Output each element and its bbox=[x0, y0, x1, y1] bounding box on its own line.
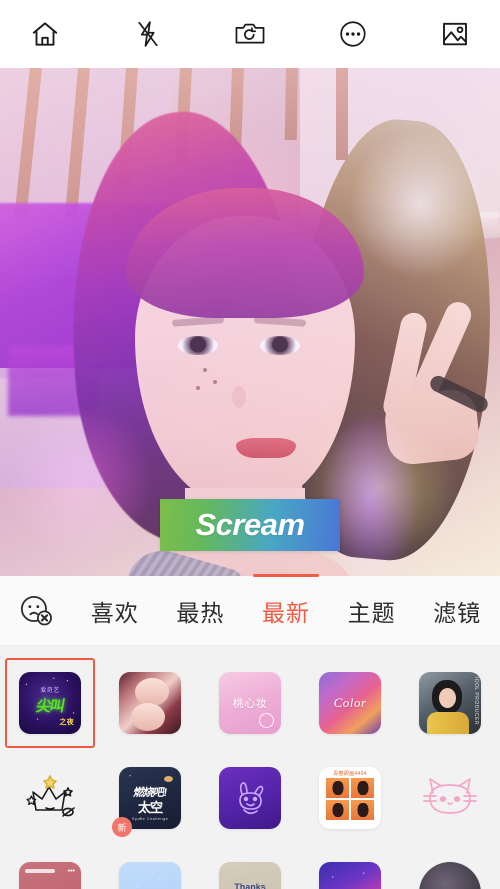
sticker-peach-heart-makeup[interactable]: 桃心妆 bbox=[200, 655, 300, 750]
sticker-scream-night[interactable]: 爱奇艺 尖叫 之夜 bbox=[0, 655, 100, 750]
more-options-icon[interactable] bbox=[330, 11, 376, 57]
sticker-photo-booth[interactable]: 青春即画4494 bbox=[300, 750, 400, 845]
sticker-dark-circle[interactable] bbox=[400, 845, 500, 889]
scream-sticker-label: Scream bbox=[195, 507, 305, 542]
sticker-label: 桃心妆 bbox=[232, 697, 268, 710]
tab-label: 喜欢 bbox=[90, 600, 139, 627]
sticker-line3: 之夜 bbox=[59, 718, 74, 726]
tab-themes[interactable]: 主题 bbox=[329, 588, 415, 634]
sticker-light-blue[interactable] bbox=[100, 845, 200, 889]
sticker-grid: 爱奇艺 尖叫 之夜 桃心妆 Color IDOL PRODUCER 燃烧吧! 太… bbox=[0, 646, 500, 889]
sticker-red-card[interactable]: ••• bbox=[0, 845, 100, 889]
crown-doodle-icon bbox=[26, 774, 75, 817]
tab-label: 最热 bbox=[176, 600, 225, 627]
sticker-thanksgiving[interactable]: Thanks giving Day bbox=[200, 845, 300, 889]
camera-preview[interactable]: Scream 爱奇艺 尖叫 之夜 bbox=[0, 68, 500, 576]
sticker-line1: 爱奇艺 bbox=[40, 687, 60, 694]
camera-flip-icon[interactable] bbox=[227, 11, 273, 57]
tab-label: 最新 bbox=[261, 600, 310, 627]
tab-label: 主题 bbox=[347, 600, 396, 627]
tab-favorites[interactable]: 喜欢 bbox=[72, 588, 158, 634]
clear-sticker-button[interactable] bbox=[0, 593, 72, 629]
flash-off-icon[interactable] bbox=[125, 11, 171, 57]
home-icon[interactable] bbox=[22, 11, 68, 57]
sticker-line2: 尖叫 bbox=[34, 697, 65, 715]
tab-hottest[interactable]: 最热 bbox=[158, 588, 244, 634]
sticker-double-face[interactable] bbox=[100, 655, 200, 750]
sticker-space-challenge[interactable]: 燃烧吧! 太空 Space Challenge 新 bbox=[100, 750, 200, 845]
top-toolbar bbox=[0, 0, 500, 68]
sticker-idol-producer[interactable]: IDOL PRODUCER bbox=[400, 655, 500, 750]
tab-label: 滤镜 bbox=[433, 600, 482, 627]
tab-newest[interactable]: 最新 bbox=[243, 573, 329, 634]
cat-face-icon bbox=[423, 777, 477, 814]
sticker-category-tabs: 喜欢 最热 最新 主题 滤镜 bbox=[0, 573, 500, 646]
tab-list: 喜欢 最热 最新 主题 滤镜 bbox=[72, 573, 500, 634]
sticker-line2: 太空 bbox=[137, 799, 163, 815]
sticker-crown-doodle[interactable] bbox=[0, 750, 100, 845]
sticker-line3: Space Challenge bbox=[131, 815, 169, 821]
sticker-color[interactable]: Color bbox=[300, 655, 400, 750]
sticker-galaxy[interactable] bbox=[300, 845, 400, 889]
sticker-label: Color bbox=[333, 694, 367, 710]
rabbit-doodle-icon bbox=[239, 781, 264, 814]
gallery-icon[interactable] bbox=[432, 11, 478, 57]
active-tab-indicator bbox=[252, 573, 319, 577]
sticker-pink-cat[interactable] bbox=[400, 750, 500, 845]
sticker-purple-rabbit[interactable] bbox=[200, 750, 300, 845]
camera-sticker-screen: Scream 爱奇艺 尖叫 之夜 喜 bbox=[0, 0, 500, 889]
scream-text-sticker[interactable]: Scream bbox=[160, 499, 340, 551]
sticker-line1: Thanks bbox=[234, 882, 266, 889]
new-badge: 新 bbox=[112, 817, 132, 837]
sticker-label: 青春即画4494 bbox=[333, 770, 367, 777]
tab-filters[interactable]: 滤镜 bbox=[414, 588, 500, 634]
